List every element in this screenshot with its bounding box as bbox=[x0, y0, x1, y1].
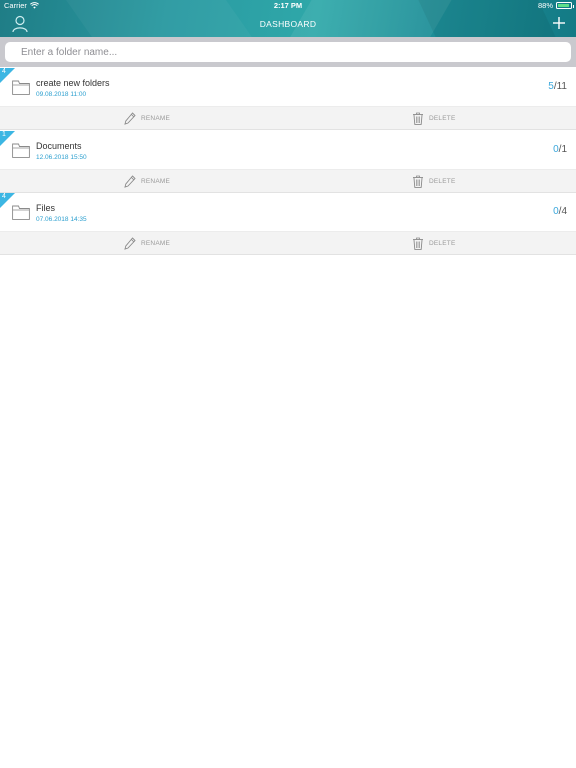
badge-count: 4 bbox=[2, 193, 6, 200]
folder-date: 12.06.2018 15:50 bbox=[36, 154, 87, 161]
rename-button[interactable]: RENAME bbox=[124, 112, 170, 125]
nav-header: Carrier 2:17 PM 88% DASHBOARD bbox=[0, 0, 576, 37]
folder-item[interactable]: 4 create new folders 09.08.2018 11:00 5/… bbox=[0, 68, 576, 107]
total-count: 11 bbox=[556, 81, 567, 92]
rename-label: RENAME bbox=[141, 178, 171, 185]
folder-icon bbox=[12, 80, 30, 95]
plus-icon[interactable] bbox=[552, 16, 566, 30]
total-count: 4 bbox=[561, 206, 567, 217]
pencil-icon bbox=[124, 175, 136, 188]
progress-count: 5/11 bbox=[548, 81, 567, 92]
folder-actions: RENAME DELETE bbox=[0, 107, 576, 130]
rename-button[interactable]: RENAME bbox=[124, 175, 170, 188]
folder-date: 09.08.2018 11:00 bbox=[36, 91, 87, 98]
total-count: 1 bbox=[561, 144, 567, 155]
trash-icon bbox=[413, 175, 423, 188]
delete-button[interactable]: DELETE bbox=[412, 112, 456, 125]
folder-actions: RENAME DELETE bbox=[0, 232, 576, 255]
folder-row: 4 create new folders 09.08.2018 11:00 5/… bbox=[0, 68, 576, 130]
folder-name: create new folders bbox=[36, 78, 110, 88]
folder-name: Documents bbox=[36, 141, 82, 151]
rename-button[interactable]: RENAME bbox=[124, 237, 170, 250]
delete-label: DELETE bbox=[429, 178, 456, 185]
trash-icon bbox=[413, 237, 423, 250]
badge-count: 4 bbox=[2, 68, 6, 75]
clock: 2:17 PM bbox=[273, 1, 303, 10]
search-bar bbox=[0, 37, 576, 67]
page-title: DASHBOARD bbox=[259, 19, 317, 29]
folder-row: 1 Documents 12.06.2018 15:50 0/1 RENAME bbox=[0, 131, 576, 193]
progress-count: 0/4 bbox=[553, 206, 567, 217]
rename-label: RENAME bbox=[141, 115, 171, 122]
folder-date: 07.06.2018 14:35 bbox=[36, 216, 87, 223]
search-input[interactable] bbox=[5, 42, 571, 62]
battery-percent: 88% bbox=[537, 1, 553, 10]
delete-label: DELETE bbox=[429, 115, 456, 122]
delete-label: DELETE bbox=[429, 240, 456, 247]
badge-count: 1 bbox=[2, 131, 6, 138]
folder-row: 4 Files 07.06.2018 14:35 0/4 RENAME DELE… bbox=[0, 193, 576, 255]
rename-label: RENAME bbox=[141, 240, 171, 247]
pencil-icon bbox=[124, 112, 136, 125]
folder-item[interactable]: 1 Documents 12.06.2018 15:50 0/1 bbox=[0, 131, 576, 170]
delete-button[interactable]: DELETE bbox=[412, 175, 456, 188]
progress-count: 0/1 bbox=[553, 144, 567, 155]
folder-actions: RENAME DELETE bbox=[0, 170, 576, 193]
pencil-icon bbox=[124, 237, 136, 250]
trash-icon bbox=[413, 112, 423, 125]
battery-icon bbox=[556, 2, 574, 9]
status-bar: Carrier 2:17 PM 88% bbox=[0, 0, 576, 12]
folder-icon bbox=[12, 143, 30, 158]
folder-item[interactable]: 4 Files 07.06.2018 14:35 0/4 bbox=[0, 193, 576, 232]
folder-icon bbox=[12, 205, 30, 220]
folder-name: Files bbox=[36, 203, 56, 213]
delete-button[interactable]: DELETE bbox=[412, 237, 456, 250]
